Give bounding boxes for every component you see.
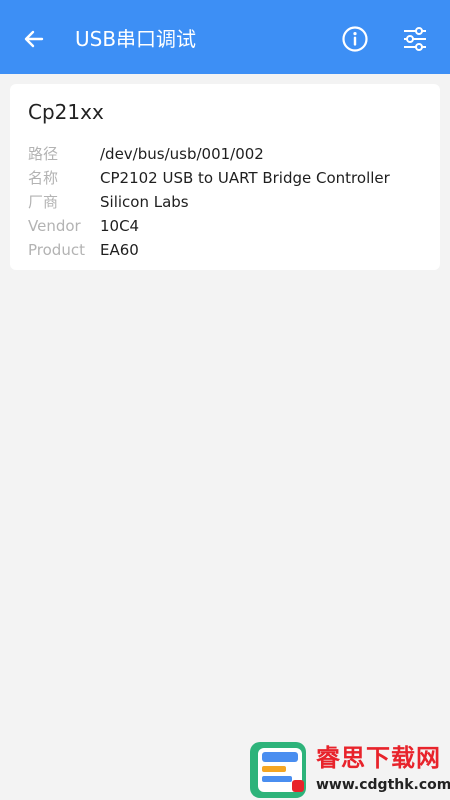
device-card[interactable]: Cp21xx 路径 /dev/bus/usb/001/002 名称 CP2102… xyxy=(10,84,440,270)
watermark-url: www.cdgthk.com xyxy=(316,777,450,793)
watermark-title: 睿思下载网 xyxy=(316,744,441,772)
vendor-label: Vendor xyxy=(28,217,81,235)
manufacturer-value: Silicon Labs xyxy=(100,193,189,211)
product-label: Product xyxy=(28,241,85,259)
watermark-logo xyxy=(250,742,306,798)
name-value: CP2102 USB to UART Bridge Controller xyxy=(100,169,390,187)
arrow-left-icon xyxy=(24,30,44,48)
sliders-icon xyxy=(404,27,426,51)
path-value: /dev/bus/usb/001/002 xyxy=(100,145,264,163)
info-row-path: 路径 /dev/bus/usb/001/002 xyxy=(28,142,428,166)
info-row-vendor: Vendor 10C4 xyxy=(28,214,428,238)
app-title: USB串口调试 xyxy=(75,27,197,51)
device-name: Cp21xx xyxy=(28,100,104,124)
info-row-manufacturer: 厂商 Silicon Labs xyxy=(28,190,428,214)
info-button[interactable] xyxy=(336,20,374,58)
vendor-value: 10C4 xyxy=(100,217,140,235)
name-label: 名称 xyxy=(28,169,59,187)
app-bar: USB串口调试 xyxy=(0,0,450,74)
info-row-name: 名称 CP2102 USB to UART Bridge Controller xyxy=(28,166,428,190)
settings-button[interactable] xyxy=(396,20,434,58)
info-row-product: Product EA60 xyxy=(28,238,428,262)
product-value: EA60 xyxy=(100,241,139,259)
watermark: 睿思下载网 www.cdgthk.com xyxy=(248,740,450,800)
manufacturer-label: 厂商 xyxy=(28,193,59,211)
path-label: 路径 xyxy=(28,145,59,163)
info-circle-icon xyxy=(342,26,368,52)
back-button[interactable] xyxy=(14,19,54,59)
